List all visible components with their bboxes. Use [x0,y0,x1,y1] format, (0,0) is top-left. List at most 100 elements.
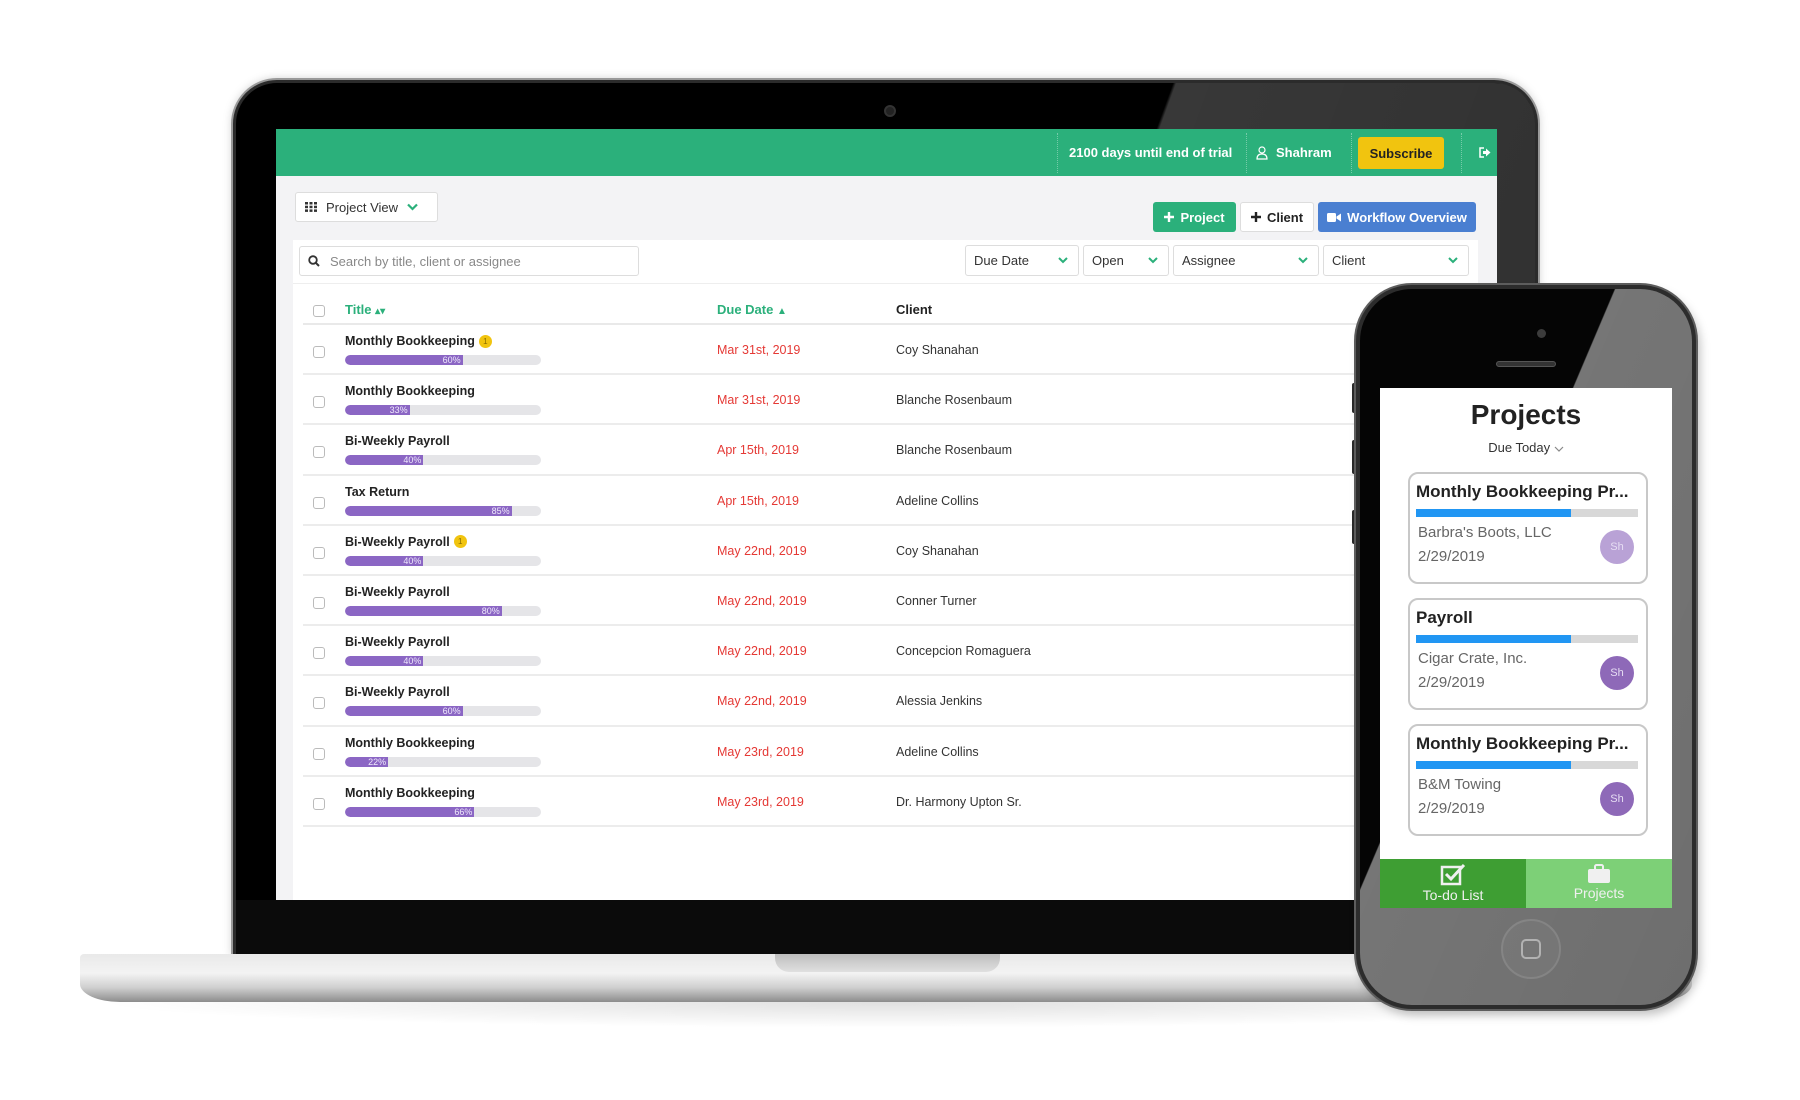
laptop-base-notch [775,954,1000,972]
project-title[interactable]: Monthly Bookkeeping [345,384,475,398]
card-progress-fill [1416,509,1572,517]
tab-projects[interactable]: Projects [1526,859,1672,908]
project-title-text: Monthly Bookkeeping [345,334,475,348]
user-menu[interactable]: Shahram [1256,129,1332,176]
card-date: 2/29/2019 [1418,548,1485,565]
topbar-divider [1351,133,1352,173]
trial-status: 2100 days until end of trial [1069,145,1233,160]
row-checkbox[interactable] [313,596,325,609]
phone-due-filter[interactable]: Due Today [1380,440,1672,455]
filter-assignee[interactable]: Assignee [1173,245,1319,276]
client-name[interactable]: Adeline Collins [896,745,979,759]
video-camera-icon [1327,212,1342,222]
subscribe-button[interactable]: Subscribe [1358,137,1444,169]
table-row[interactable]: Bi-Weekly Payroll 80% May 22nd, 2019 Conner… [303,576,1478,627]
project-title[interactable]: Monthly Bookkeeping 1 [345,334,492,348]
tab-label: To-do List [1422,887,1484,903]
client-name[interactable]: Adeline Collins [896,494,979,508]
table-row[interactable]: Bi-Weekly Payroll 60% May 22nd, 2019 Alessi… [303,676,1478,727]
column-header-due-date[interactable]: Due Date ▲ [717,302,787,317]
phone-due-filter-label: Due Today [1488,440,1551,455]
select-all-checkbox[interactable] [313,305,325,317]
add-client-button[interactable]: Client [1240,202,1314,232]
search-input[interactable] [328,252,618,270]
row-checkbox[interactable] [313,747,325,760]
card-title: Monthly Bookkeeping Pr... [1416,482,1629,501]
chevron-down-icon [1448,257,1458,264]
view-selector[interactable]: Project View [295,192,438,222]
tab-label: Projects [1573,885,1625,901]
client-name[interactable]: Conner Turner [896,594,977,608]
search-box[interactable] [299,246,639,276]
add-project-button[interactable]: Project [1153,202,1236,232]
filter-due-date[interactable]: Due Date [965,245,1079,276]
card-progress-fill [1416,761,1572,769]
table-row[interactable]: Monthly Bookkeeping 1 60% Mar 31st, 2019 Coy… [303,325,1478,376]
phone-project-card[interactable]: Payroll Cigar Crate, Inc. 2/29/2019 Sh [1408,598,1648,710]
table-row[interactable]: Bi-Weekly Payroll 40% May 22nd, 2019 Concep… [303,626,1478,677]
client-name[interactable]: Coy Shanahan [896,343,979,357]
table-row[interactable]: Bi-Weekly Payroll 40% Apr 15th, 2019 Blanch… [303,425,1478,476]
table-row[interactable]: Monthly Bookkeeping 22% May 23rd, 2019 Adel… [303,727,1478,777]
project-title[interactable]: Monthly Bookkeeping [345,736,475,750]
laptop-screen: 2100 days until end of trial Shahram Sub… [276,129,1497,900]
row-checkbox[interactable] [313,797,325,810]
sort-icon: ▴▾ [375,306,386,317]
row-checkbox[interactable] [313,546,325,559]
table-row[interactable]: Monthly Bookkeeping 66% May 23rd, 2019 Dr. … [303,777,1478,827]
project-title[interactable]: Monthly Bookkeeping [345,786,475,800]
project-title[interactable]: Tax Return [345,485,409,499]
client-name[interactable]: Blanche Rosenbaum [896,443,1012,457]
table-row[interactable]: Monthly Bookkeeping 33% Mar 31st, 2019 Blan… [303,375,1478,426]
chevron-down-icon [1058,257,1068,264]
table-row[interactable]: Tax Return 85% Apr 15th, 2019 Adeline Colli… [303,476,1478,526]
project-title-text: Bi-Weekly Payroll [345,635,450,650]
phone-tab-bar: To-do List Projects [1380,859,1672,908]
row-checkbox[interactable] [313,496,325,509]
client-name[interactable]: Concepcion Romaguera [896,644,1031,658]
row-checkbox[interactable] [313,647,325,660]
laptop-chin [236,900,1535,954]
add-client-label: Client [1266,209,1304,225]
column-header-client[interactable]: Client [896,302,932,317]
project-title[interactable]: Bi-Weekly Payroll [345,434,450,448]
logout-button[interactable] [1473,129,1497,176]
due-date: May 23rd, 2019 [717,744,804,759]
phone-project-card[interactable]: Monthly Bookkeeping Pr... B&M Towing 2/2… [1408,724,1648,836]
due-date: Mar 31st, 2019 [717,343,801,357]
project-title[interactable]: Bi-Weekly Payroll 1 [345,535,467,549]
client-name[interactable]: Blanche Rosenbaum [896,393,1012,407]
due-date: Apr 15th, 2019 [717,493,800,508]
client-name[interactable]: Alessia Jenkins [896,694,982,708]
workflow-overview-button[interactable]: Workflow Overview [1318,202,1476,232]
table-row[interactable]: Bi-Weekly Payroll 1 40% May 22nd, 2019 Coy S… [303,526,1478,576]
phone-home-button[interactable] [1501,919,1561,979]
row-checkbox[interactable] [313,396,325,409]
tab-todo-list[interactable]: To-do List [1380,859,1526,908]
progress-bar: 60% [345,706,541,717]
row-checkbox[interactable] [313,697,325,710]
row-checkbox[interactable] [313,446,325,459]
client-name[interactable]: Dr. Harmony Upton Sr. [896,795,1022,809]
column-header-title[interactable]: Title ▴▾ [345,302,385,317]
notification-badge: 1 [478,334,492,348]
card-client: Cigar Crate, Inc. [1418,650,1528,667]
filter-status[interactable]: Open [1083,245,1169,276]
due-date: May 22nd, 2019 [717,593,807,608]
row-checkbox[interactable] [313,346,325,358]
chevron-down-icon [1298,257,1308,264]
project-title[interactable]: Bi-Weekly Payroll [345,685,450,699]
progress-fill: 60% [345,706,463,717]
progress-fill: 85% [345,505,512,516]
due-date: Mar 31st, 2019 [717,393,801,408]
project-title[interactable]: Bi-Weekly Payroll [345,585,450,599]
project-title-text: Tax Return [345,484,410,499]
progress-fill: 66% [345,806,475,817]
client-name[interactable]: Coy Shanahan [896,544,979,558]
filter-client[interactable]: Client [1323,245,1469,276]
progress-bar: 40% [345,656,541,667]
column-title-label: Title [345,302,372,317]
project-title-text: Monthly Bookkeeping [345,384,475,399]
project-title[interactable]: Bi-Weekly Payroll [345,635,450,649]
phone-project-card[interactable]: Monthly Bookkeeping Pr... Barbra's Boots… [1408,472,1648,584]
